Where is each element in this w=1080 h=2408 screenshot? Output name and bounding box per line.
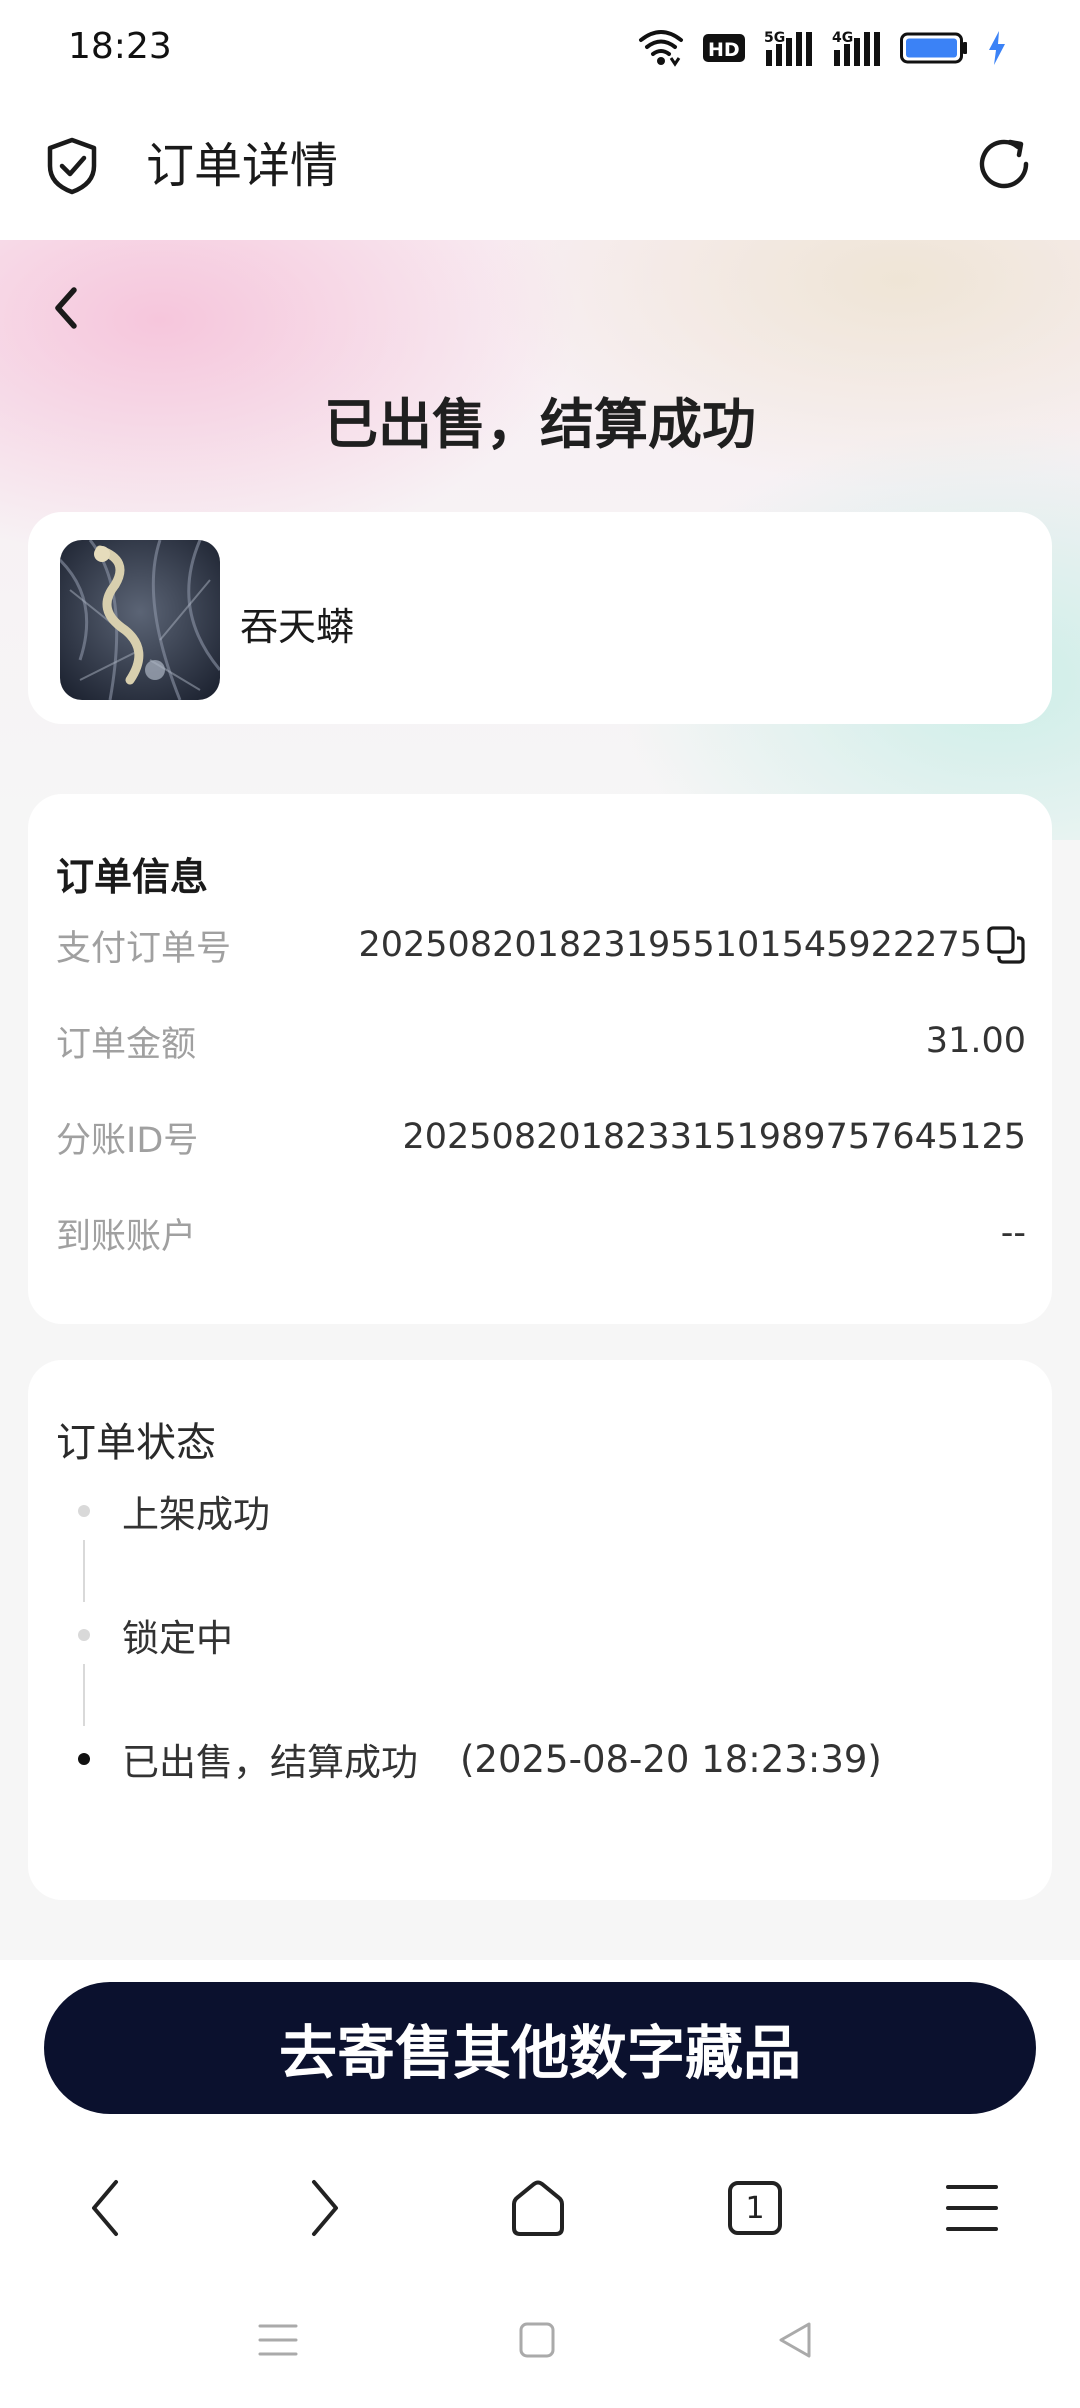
- svg-text:4G: 4G: [832, 30, 853, 46]
- browser-forward-button[interactable]: [284, 2168, 364, 2248]
- order-detail-content: 已出售，结算成功 吞天蟒 订单信息 支付订单号 2025082018231955…: [0, 240, 1080, 1960]
- status-step: 锁定中: [78, 1608, 233, 1662]
- battery-icon: [900, 32, 967, 64]
- signal-4g-icon: 4G: [832, 30, 880, 66]
- step-connector: [83, 1664, 85, 1726]
- status-step-current: 已出售，结算成功 (2025-08-20 18:23:39): [78, 1732, 882, 1786]
- step-connector: [83, 1540, 85, 1602]
- step-label: 上架成功: [122, 1493, 270, 1536]
- browser-tabs-button[interactable]: 1: [715, 2168, 795, 2248]
- browser-menu-button[interactable]: [932, 2168, 1012, 2248]
- home-icon: [512, 2180, 564, 2236]
- menu-icon: [946, 2185, 998, 2231]
- back-arrow-icon: [92, 2180, 118, 2236]
- app-header: 订单详情: [0, 96, 1080, 240]
- consign-other-collectibles-button[interactable]: 去寄售其他数字藏品: [44, 1982, 1036, 2114]
- copy-icon[interactable]: [986, 925, 1026, 965]
- recents-icon: [258, 2324, 298, 2356]
- tab-count: 1: [745, 2190, 765, 2226]
- order-info-title: 订单信息: [56, 855, 209, 899]
- split-id-number: 202508201823315198975764​5125: [402, 1117, 1026, 1157]
- info-label: 订单金额: [56, 1024, 197, 1065]
- status-time: 18:23: [68, 26, 172, 67]
- order-amount: 31.00: [925, 1021, 1026, 1061]
- forward-arrow-icon: [312, 2180, 338, 2236]
- product-card[interactable]: 吞天蟒: [28, 512, 1052, 724]
- back-triangle-icon: [779, 2322, 811, 2358]
- step-timestamp: (2025-08-20 18:23:39): [460, 1737, 882, 1781]
- home-square-button[interactable]: [507, 2310, 567, 2370]
- order-info-card: 订单信息 支付订单号 20250820182319551015459222​75…: [28, 794, 1052, 1324]
- status-bar: 18:23 HD 5G 4G: [0, 0, 1080, 96]
- hd-icon: HD: [703, 34, 745, 62]
- info-row-payment-order: 支付订单号 20250820182319551015459222​75: [56, 920, 1026, 970]
- page-title: 订单详情: [146, 138, 339, 194]
- payment-order-number: 20250820182319551015459222​75: [358, 925, 982, 965]
- info-row-account: 到账账户 --: [56, 1208, 1026, 1258]
- status-icons: HD 5G 4G: [638, 26, 1008, 70]
- info-value-wrapper: 20250820182319551015459222​75: [358, 925, 1026, 965]
- browser-toolbar: 1: [0, 2140, 1080, 2270]
- info-label: 分账ID号: [56, 1120, 199, 1161]
- step-dot: [78, 1505, 90, 1517]
- order-status-heading: 已出售，结算成功: [324, 393, 756, 456]
- cta-area: 去寄售其他数字藏品: [0, 1960, 1080, 2114]
- status-step: 上架成功: [78, 1484, 270, 1538]
- order-status-title: 订单状态: [56, 1420, 216, 1466]
- step-dot-active: [78, 1753, 90, 1765]
- info-row-amount: 订单金额 31.00: [56, 1016, 1026, 1066]
- back-icon[interactable]: [44, 280, 88, 336]
- signal-5g-icon: 5G: [764, 30, 812, 66]
- product-name: 吞天蟒: [240, 605, 355, 649]
- charging-icon: [989, 31, 1005, 65]
- order-status-card: 订单状态 上架成功 锁定中 已出售，结算成功 (2025-08-20 18:23…: [28, 1360, 1052, 1900]
- home-square-icon: [519, 2322, 555, 2358]
- shield-icon[interactable]: [44, 136, 100, 196]
- refresh-icon[interactable]: [974, 134, 1036, 196]
- info-row-split-id: 分账ID号 202508201823315198975764​5125: [56, 1112, 1026, 1162]
- step-label: 已出售，结算成功: [122, 1741, 418, 1784]
- info-label: 到账账户: [56, 1216, 197, 1257]
- system-navigation-bar: [0, 2270, 1080, 2408]
- svg-text:HD: HD: [708, 39, 740, 61]
- info-label: 支付订单号: [56, 928, 232, 969]
- system-back-button[interactable]: [765, 2310, 825, 2370]
- browser-back-button[interactable]: [66, 2168, 146, 2248]
- step-dot: [78, 1629, 90, 1641]
- product-thumbnail: [60, 540, 220, 700]
- browser-home-button[interactable]: [498, 2168, 578, 2248]
- receiving-account: --: [1000, 1213, 1026, 1253]
- wifi-icon: [639, 30, 683, 67]
- recents-button[interactable]: [248, 2310, 308, 2370]
- step-label: 锁定中: [122, 1617, 233, 1660]
- svg-text:5G: 5G: [764, 30, 785, 46]
